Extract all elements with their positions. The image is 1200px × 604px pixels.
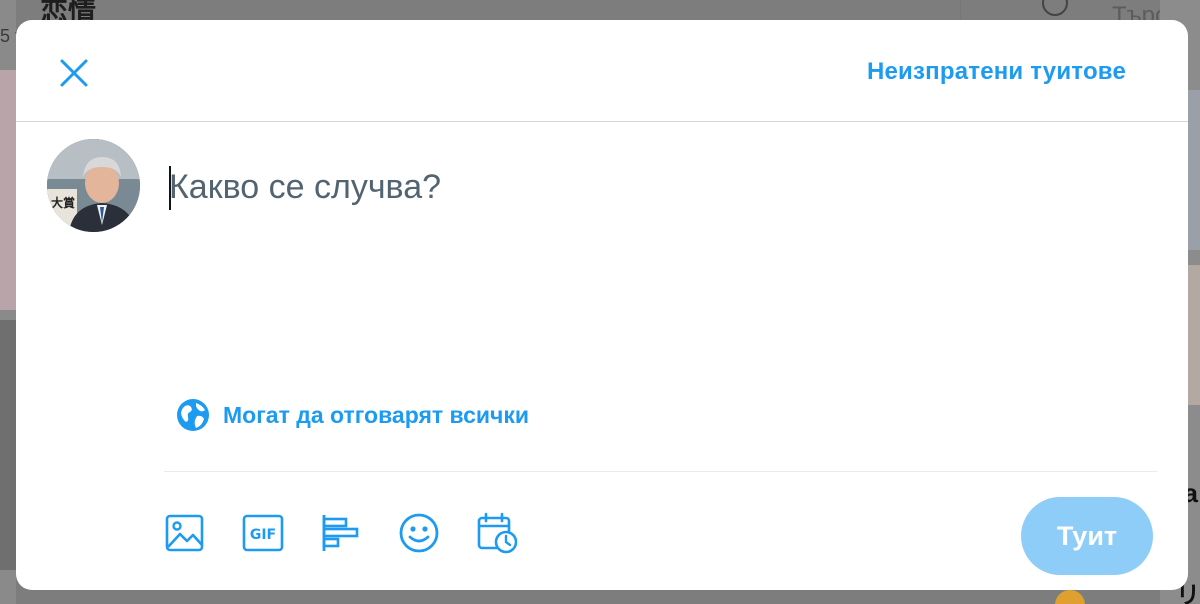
compose-toolbar: GIF xyxy=(164,512,554,554)
emoji-button[interactable] xyxy=(398,512,440,554)
gif-button[interactable]: GIF xyxy=(242,512,284,554)
close-icon xyxy=(60,59,88,87)
emoji-icon xyxy=(399,513,439,553)
search-icon xyxy=(1042,0,1068,16)
background-image xyxy=(1188,90,1200,250)
compose-tweet-modal: Неизпратени туитове 大賞 Какво се случва? … xyxy=(16,20,1188,590)
avatar-image: 大賞 xyxy=(47,139,140,232)
gif-label: GIF xyxy=(250,527,276,543)
media-button[interactable] xyxy=(164,512,206,554)
close-button[interactable] xyxy=(51,50,97,96)
modal-header: Неизпратени туитове xyxy=(16,20,1188,122)
image-icon xyxy=(165,514,204,552)
gif-icon: GIF xyxy=(242,514,284,552)
background-image xyxy=(1055,590,1085,604)
unsent-tweets-link[interactable]: Неизпратени туитове xyxy=(867,58,1126,86)
background-image xyxy=(0,320,16,570)
tweet-button[interactable]: Туит xyxy=(1021,497,1153,575)
avatar[interactable]: 大賞 xyxy=(47,139,140,232)
background-image xyxy=(0,70,16,310)
background-image xyxy=(1188,265,1200,405)
reply-setting-button[interactable]: Могат да отговарят всички xyxy=(176,398,529,432)
svg-text:大賞: 大賞 xyxy=(51,195,75,210)
toolbar-divider xyxy=(164,471,1157,472)
poll-button[interactable] xyxy=(320,512,362,554)
schedule-button[interactable] xyxy=(476,512,518,554)
background-left-column xyxy=(0,0,16,604)
schedule-icon xyxy=(477,512,518,554)
tweet-text-input[interactable]: Какво се случва? xyxy=(169,168,1129,228)
globe-icon xyxy=(177,399,209,431)
background-divider xyxy=(960,0,961,20)
poll-icon xyxy=(322,515,359,551)
reply-setting-label: Могат да отговарят всички xyxy=(223,401,530,428)
